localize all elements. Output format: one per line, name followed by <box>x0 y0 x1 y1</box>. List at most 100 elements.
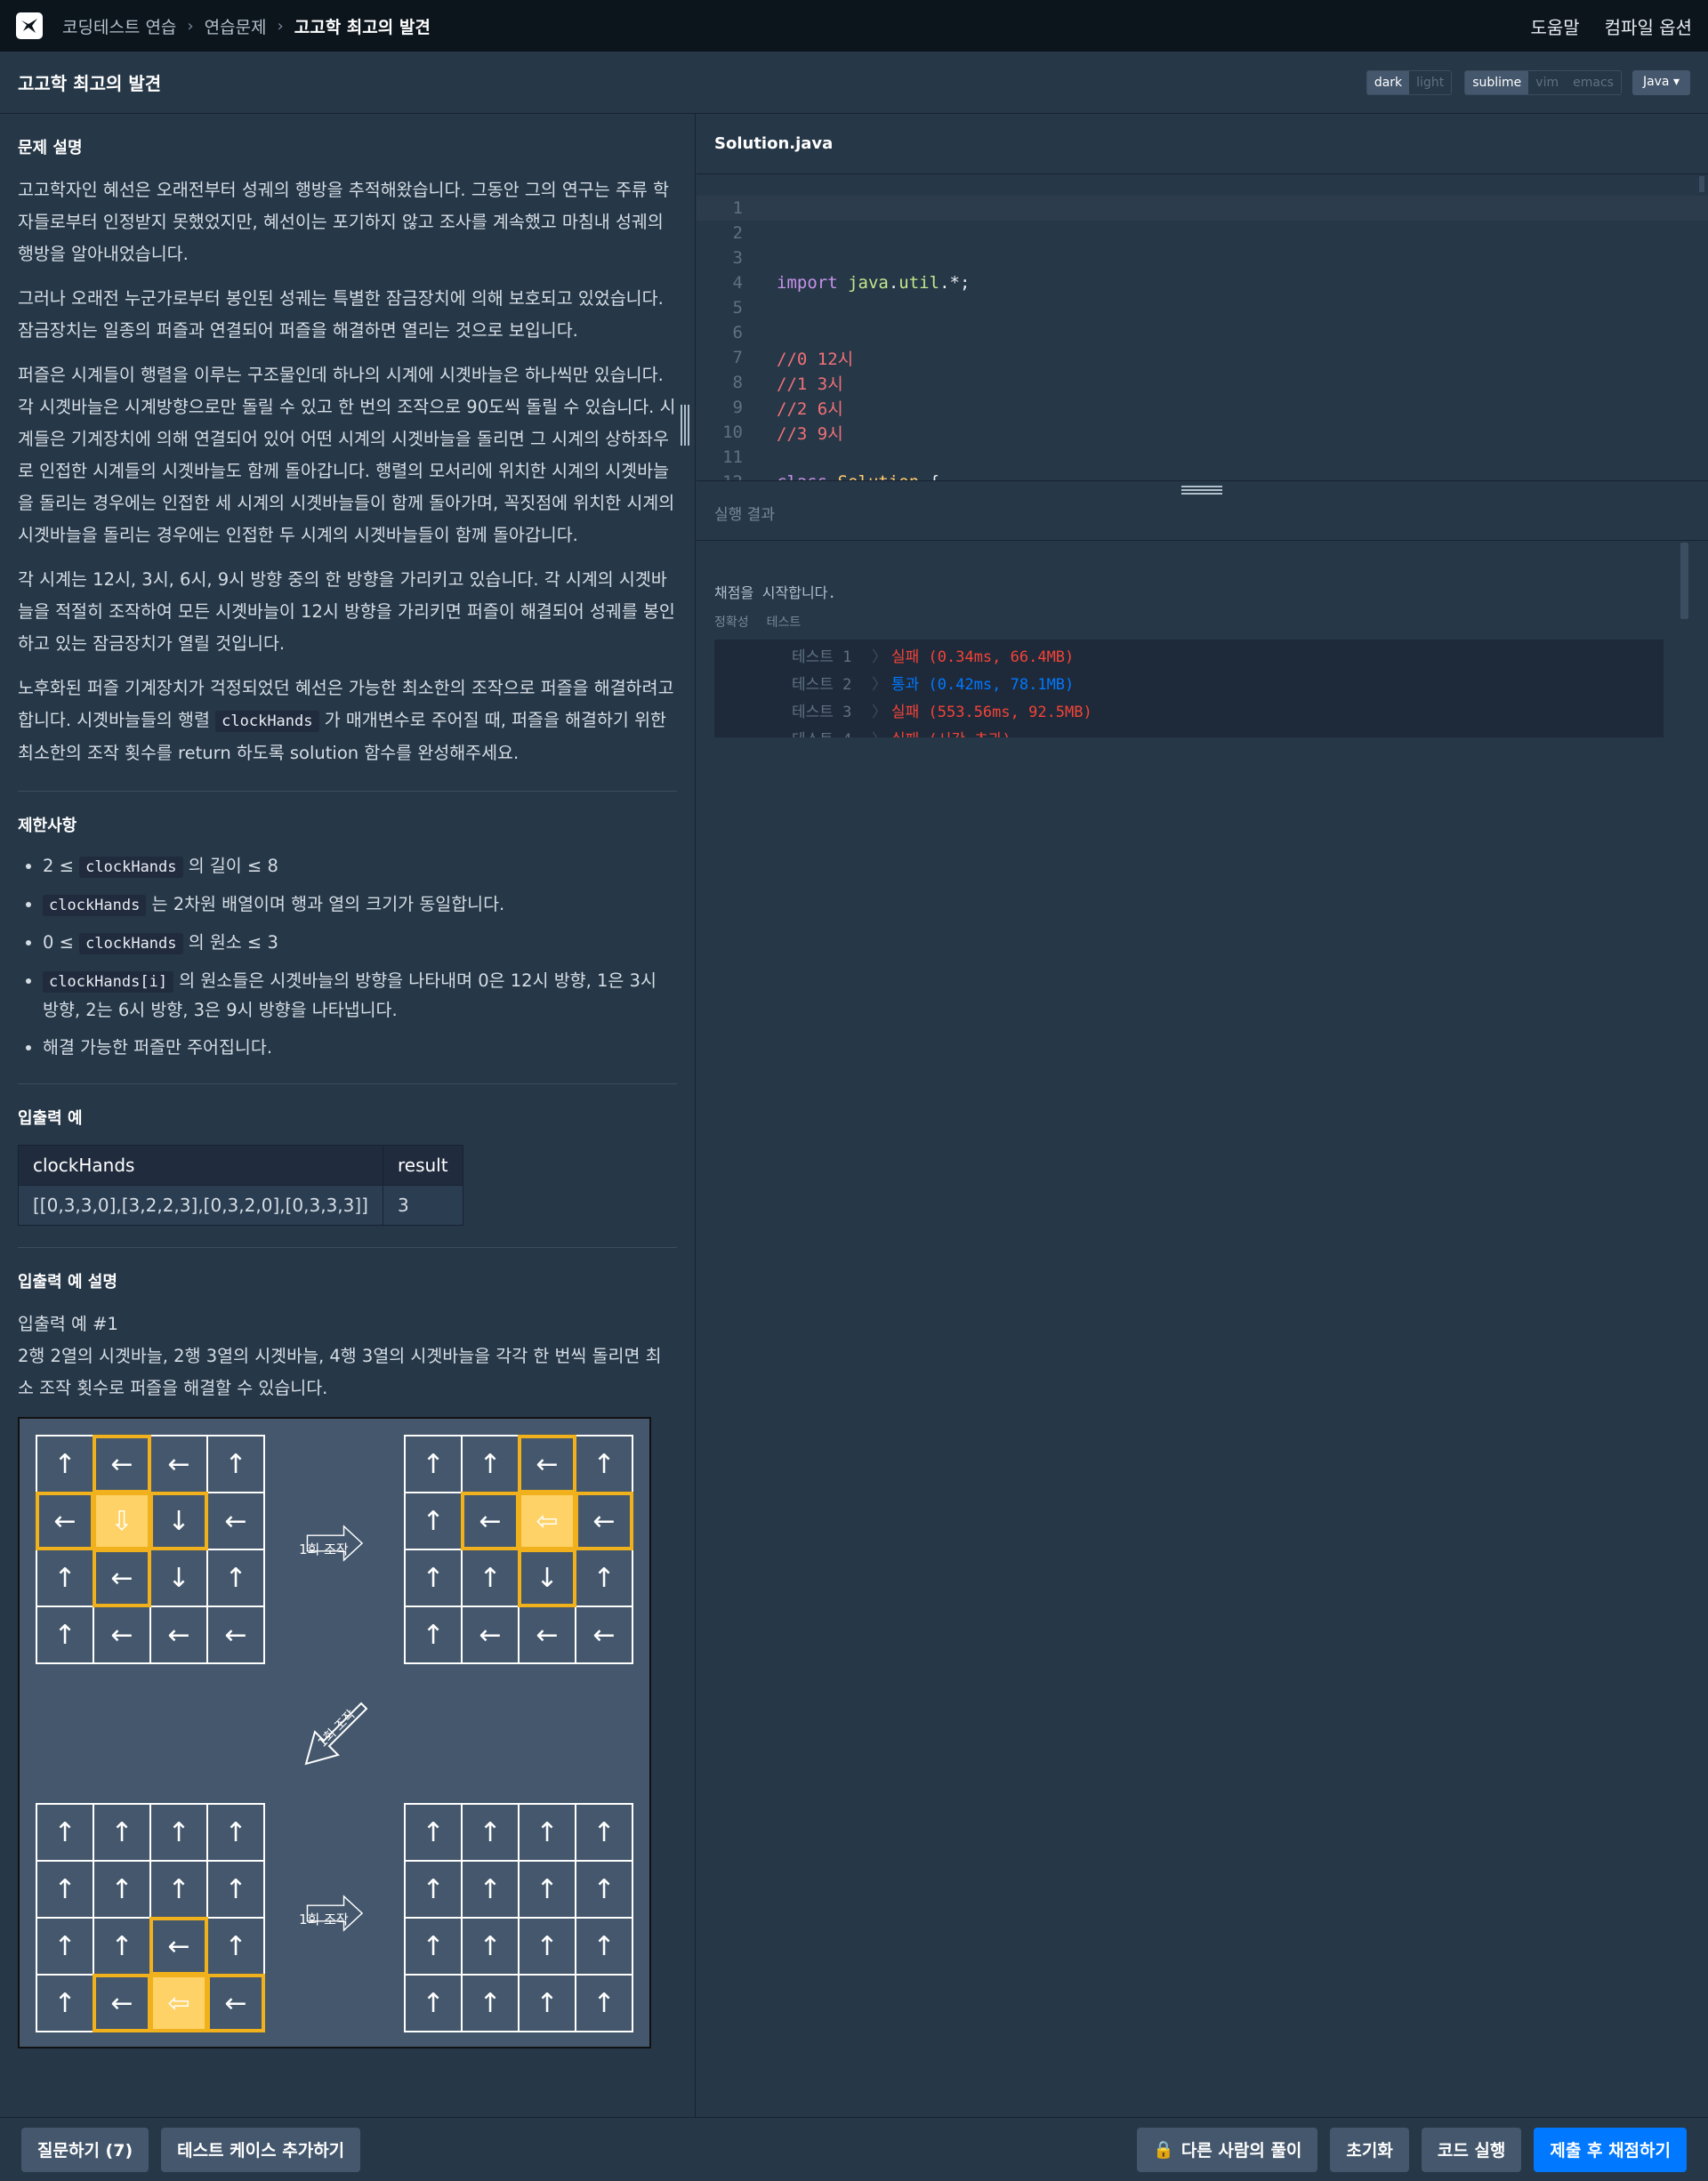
inline-code: clockHands <box>43 895 147 916</box>
breadcrumb-exercises[interactable]: 연습문제 <box>205 14 267 38</box>
arrow-left-icon: ← <box>150 1436 207 1493</box>
code-line[interactable]: 3 <box>697 245 1708 270</box>
compile-options-link[interactable]: 컴파일 옵션 <box>1605 13 1692 39</box>
breadcrumb-practice[interactable]: 코딩테스트 연습 <box>62 14 176 38</box>
language-select[interactable]: Java ▾ <box>1631 69 1690 95</box>
arrow-up-icon: ↑ <box>405 1436 462 1493</box>
limit-item: clockHands[i] 의 원소들은 시곗바늘의 방향을 나타내며 0은 1… <box>43 967 677 1025</box>
table-row: [[0,3,3,0],[3,2,2,3],[0,3,2,0],[0,3,3,3]… <box>18 1185 463 1226</box>
code-line[interactable]: 7 //0 12시 <box>697 345 1708 370</box>
breadcrumb-current: 고고학 최고의 발견 <box>294 17 431 37</box>
code-line[interactable]: 2 <box>697 221 1708 245</box>
inline-code: clockHands <box>79 857 183 878</box>
problem-panel[interactable]: 문제 설명 고고학자인 혜선은 오래전부터 성궤의 행방을 추적해왔습니다. 그… <box>0 114 696 2117</box>
code-line[interactable]: 8 //1 3시 <box>697 370 1708 395</box>
keymap-toggle: sublime vim emacs <box>1464 69 1622 95</box>
arrow-left-icon: ← <box>518 1435 576 1493</box>
keymap-emacs-button[interactable]: emacs <box>1566 70 1621 94</box>
code-line[interactable]: 1 <box>697 196 1708 221</box>
keymap-sublime-button[interactable]: sublime <box>1465 70 1529 94</box>
arrow-up-icon: ↑ <box>36 1549 93 1606</box>
code-line[interactable]: 12class Solution { <box>697 470 1708 480</box>
reset-button[interactable]: 초기화 <box>1330 2127 1409 2172</box>
arrow-up-icon: ↑ <box>405 1493 462 1549</box>
chevron-right-icon: › <box>187 16 194 36</box>
code-line[interactable]: 4 import java.util.*; <box>697 270 1708 295</box>
arrow-up-icon: ↑ <box>36 1804 93 1861</box>
line-number: 12 <box>697 472 750 480</box>
theme-dark-button[interactable]: dark <box>1366 70 1410 94</box>
arrow-left-icon: ← <box>207 1493 264 1549</box>
limit-text: 해결 가능한 퍼즐만 주어집니다. <box>43 1037 273 1058</box>
submit-button[interactable]: 제출 후 채점하기 <box>1534 2127 1687 2172</box>
explain-text: 2행 2열의 시곗바늘, 2행 3열의 시곗바늘, 4행 3열의 시곗바늘을 각… <box>18 1346 662 1398</box>
line-number: 6 <box>732 323 743 342</box>
limit-text: 의 원소 ≤ 3 <box>182 932 278 953</box>
arrow-up-icon: ↑ <box>519 1918 576 1975</box>
result-row: 테스트 1 〉 실패 (0.34ms, 66.4MB) <box>792 641 1664 669</box>
theme-light-button[interactable]: light <box>1409 70 1452 94</box>
code-line[interactable]: 11 <box>697 445 1708 470</box>
inline-code: clockHands[i] <box>43 971 174 993</box>
result-start-text: 채점을 시작합니다. <box>714 584 837 601</box>
test-name: 테스트 1 <box>792 648 852 666</box>
test-status: 실패 (시간 초과) <box>891 727 1011 737</box>
result-row: 테스트 2 〉 통과 (0.42ms, 78.1MB) <box>792 669 1664 696</box>
inline-code: clockHands <box>215 711 319 732</box>
code-text: //0 12시 <box>777 349 854 369</box>
arrow-up-icon: ↑ <box>576 1804 632 1861</box>
page-title: 고고학 최고의 발견 <box>18 73 162 94</box>
limits-heading: 제한사항 <box>18 817 77 835</box>
code-editor[interactable]: 1 2 3 4 import java.util.*; 5 6 7//0 12시 8//1 3시… <box>697 196 1708 480</box>
run-code-button[interactable]: 코드 실행 <box>1421 2127 1522 2172</box>
add-test-case-button[interactable]: 테스트 케이스 추가하기 <box>161 2127 361 2172</box>
arrow-up-icon: ↑ <box>207 1861 264 1918</box>
desc-paragraph: 노후화된 퍼즐 기계장치가 걱정되었던 혜선은 가능한 최소한의 조작으로 퍼즐… <box>18 672 677 769</box>
ask-question-button[interactable]: 질문하기 (7) <box>21 2127 149 2172</box>
help-link[interactable]: 도움말 <box>1530 13 1579 39</box>
arrow-up-icon: ↑ <box>462 1861 519 1918</box>
arrow-up-icon: ↑ <box>405 1804 462 1861</box>
limit-item: 해결 가능한 퍼즐만 주어집니다. <box>43 1034 677 1062</box>
clock-grid-1: ↑ ← ← ↑ ← ⇩ ↓ ← ↑ ← ↓ ↑ ↑ ← ← ← <box>36 1435 265 1664</box>
desc-paragraph: 그러나 오래전 누군가로부터 봉인된 성궤는 특별한 잠금장치에 의해 보호되고… <box>18 288 664 341</box>
divider <box>18 791 677 792</box>
code-line[interactable]: 5 <box>697 295 1708 320</box>
io-heading: 입출력 예 <box>18 1109 83 1128</box>
arrow-left-icon: ← <box>93 1974 151 2032</box>
footer-bar: 질문하기 (7) 테스트 케이스 추가하기 🔒 다른 사람의 풀이 초기화 코드 … <box>0 2117 1708 2181</box>
limit-item: 2 ≤ clockHands 의 길이 ≤ 8 <box>43 852 677 881</box>
arrow-up-icon: ↑ <box>36 1975 93 2032</box>
language-label: Java <box>1642 74 1670 89</box>
io-cell: 3 <box>382 1185 463 1226</box>
arrow-left-icon: ← <box>93 1549 151 1607</box>
example-figure: ↑ ← ← ↑ ← ⇩ ↓ ← ↑ ← ↓ ↑ ↑ ← ← ← 1회 조작 ↑ ↑ ← ↑ ↑ ← ⇦ ← ↑ ↑ ↓ ↑… <box>18 1417 651 2048</box>
step-label: 1회 조작 <box>299 1541 349 1557</box>
desc-paragraph: 퍼즐은 시계들이 행렬을 이루는 구조물인데 하나의 시계에 시곗바늘은 하나씩… <box>18 365 676 545</box>
keymap-vim-button[interactable]: vim <box>1528 70 1567 94</box>
others-solution-button[interactable]: 🔒 다른 사람의 풀이 <box>1137 2127 1318 2172</box>
code-text: import java.util.*; <box>777 273 971 293</box>
divider <box>18 1247 677 1248</box>
line-number: 3 <box>732 248 743 268</box>
io-col-header: clockHands <box>18 1145 383 1186</box>
chevron-right-icon: › <box>277 16 284 36</box>
arrow-up-icon: ↑ <box>519 1975 576 2032</box>
desc-paragraph: 고고학자인 혜선은 오래전부터 성궤의 행방을 추적해왔습니다. 그동안 그의 … <box>18 180 669 264</box>
arrow-left-icon: ← <box>206 1974 265 2032</box>
result-row: 테스트 3 〉 실패 (553.56ms, 92.5MB) <box>792 696 1664 724</box>
code-line[interactable]: 6 <box>697 320 1708 345</box>
programmers-logo[interactable] <box>16 12 43 39</box>
test-name: 테스트 3 <box>792 704 852 721</box>
arrow-left-icon: ← <box>519 1606 576 1663</box>
arrow-up-icon: ↑ <box>576 1975 632 2032</box>
result-scrollbar[interactable] <box>1680 543 1688 619</box>
code-line[interactable]: 10 //3 9시 <box>697 420 1708 445</box>
arrow-up-icon: ↑ <box>405 1975 462 2032</box>
others-solution-label: 다른 사람의 풀이 <box>1180 2141 1302 2161</box>
arrow-left-icon: ← <box>207 1606 264 1663</box>
arrow-up-icon: ↑ <box>36 1436 93 1493</box>
code-line[interactable]: 9 //2 6시 <box>697 395 1708 420</box>
line-number: 9 <box>732 398 743 417</box>
editor-scrollbar[interactable] <box>1699 176 1704 192</box>
